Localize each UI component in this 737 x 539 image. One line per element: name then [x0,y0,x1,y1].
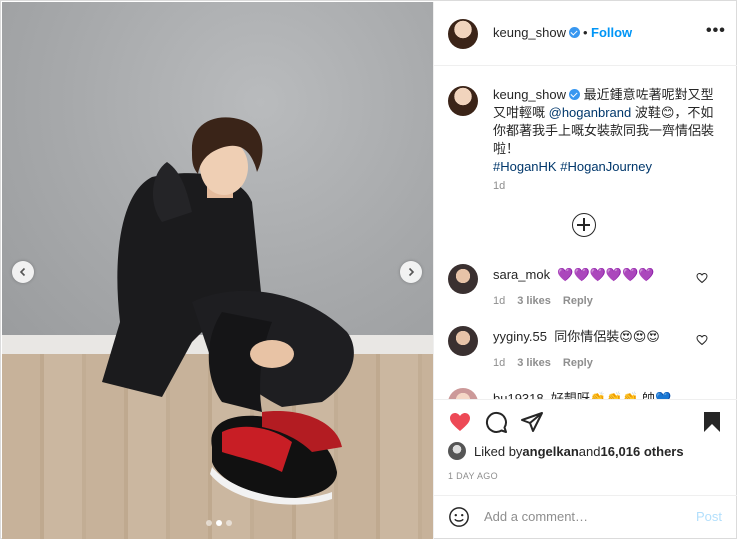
commenter-username[interactable]: yyginy.55 [493,329,547,344]
commenter-username[interactable]: sara_mok [493,267,550,282]
comment-item: yyginy.55 同你情侶裝😍😍😍 1d 3 likes Reply [434,326,737,386]
post-details-panel: keung_show • Follow ••• keung_show 最近鍾意咗… [433,2,737,539]
post-caption: keung_show 最近鍾意咗著呢對又型又咁輕嘅 @hoganbrand 波鞋… [493,86,723,176]
verified-badge-icon [569,27,580,38]
liker-avatar[interactable] [448,442,466,460]
chevron-left-icon [19,267,26,277]
share-send-icon[interactable] [520,410,544,434]
carousel-dot [206,520,212,526]
save-bookmark-icon[interactable] [700,410,724,434]
caption-author-avatar[interactable] [448,86,478,116]
comment-input[interactable] [484,509,684,524]
caption-username[interactable]: keung_show [493,87,566,102]
comment-text: 同你情侶裝😍😍😍 [554,329,660,344]
comment-bubble-icon[interactable] [484,410,508,434]
next-photo-button[interactable] [400,261,422,283]
more-options-button[interactable]: ••• [706,22,726,40]
post-actions-bar [434,399,737,447]
comment-body: yyginy.55 同你情侶裝😍😍😍 [493,328,693,346]
carousel-dots [206,520,232,526]
caption-timestamp[interactable]: 1d [493,180,505,192]
hashtag-link[interactable]: #HoganHK [493,159,557,174]
likes-middle: and [578,443,601,459]
commenter-avatar[interactable] [448,388,478,399]
comment-meta: 1d 3 likes Reply [493,357,593,369]
load-more-comments-button[interactable] [572,213,596,237]
comment-like-heart-icon[interactable] [696,272,708,284]
reply-button[interactable]: Reply [563,295,593,307]
header-separator: • [583,25,588,40]
post-photo[interactable] [2,2,433,539]
commenter-username[interactable]: bu19318 [493,391,544,399]
chevron-right-icon [408,267,415,277]
comment-body: sara_mok 💜💜💜💜💜💜 [493,266,693,284]
previous-photo-button[interactable] [12,261,34,283]
comment-text: 好靚呀👏👏👏 帥💙 [550,391,672,399]
carousel-dot [226,520,232,526]
comment-item: bu19318 好靚呀👏👏👏 帥💙 [434,388,737,399]
post-date[interactable]: 1 DAY AGO [448,471,498,481]
add-comment-section: Post [434,495,737,539]
comment-body: bu19318 好靚呀👏👏👏 帥💙 [493,390,693,399]
commenter-avatar[interactable] [448,264,478,294]
post-header: keung_show • Follow ••• [434,2,737,66]
comment-meta: 1d 3 likes Reply [493,295,593,307]
reply-button[interactable]: Reply [563,357,593,369]
follow-button[interactable]: Follow [591,25,632,40]
like-heart-icon[interactable] [448,410,472,434]
caption-mention-link[interactable]: @hoganbrand [549,105,632,120]
liker-username-link[interactable]: angelkan [522,444,578,459]
likes-count-link[interactable]: 16,016 others [600,444,683,459]
likes-summary: Liked by angelkan and 16,016 others [448,442,684,460]
post-modal: keung_show • Follow ••• keung_show 最近鍾意咗… [0,0,737,539]
commenter-avatar[interactable] [448,326,478,356]
comment-item: sara_mok 💜💜💜💜💜💜 1d 3 likes Reply [434,264,737,324]
hashtag-link[interactable]: #HoganJourney [560,159,652,174]
author-avatar[interactable] [448,19,478,49]
author-username-link[interactable]: keung_show [493,25,580,40]
verified-badge-icon [569,89,580,100]
comment-likes[interactable]: 3 likes [517,357,551,369]
comment-text: 💜💜💜💜💜💜 [557,267,655,282]
comment-timestamp[interactable]: 1d [493,357,505,369]
likes-prefix: Liked by [474,443,523,459]
emoji-smiley-icon[interactable] [448,506,470,528]
photo-person [102,117,354,505]
author-username[interactable]: keung_show [493,25,566,40]
comment-timestamp[interactable]: 1d [493,295,505,307]
comment-like-heart-icon[interactable] [696,334,708,346]
post-comment-button[interactable]: Post [696,509,722,524]
carousel-dot-active [216,520,222,526]
comment-likes[interactable]: 3 likes [517,295,551,307]
